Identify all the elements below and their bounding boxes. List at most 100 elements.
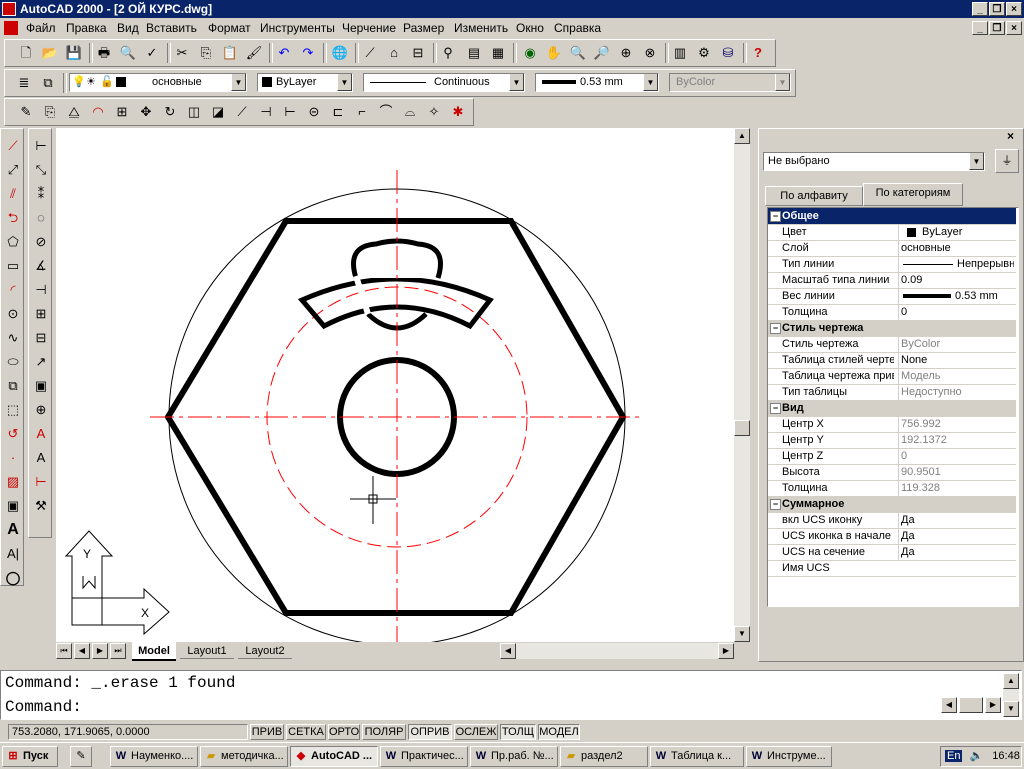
quick-dim-icon[interactable]: ⊣: [32, 281, 50, 299]
zoom-window-icon[interactable]: 🔍: [569, 44, 587, 62]
next-tab-icon[interactable]: ▶: [92, 643, 108, 659]
trim-icon[interactable]: ⊣: [257, 103, 275, 121]
polar-toggle[interactable]: ПОЛЯР: [362, 724, 406, 740]
property-row[interactable]: Тип таблицы Недоступно: [768, 384, 1016, 401]
property-row[interactable]: вкл UCS иконку Да: [768, 512, 1016, 529]
first-tab-icon[interactable]: ⏮: [56, 643, 72, 659]
doc-minimize-button[interactable]: _: [972, 21, 988, 35]
scroll-thumb[interactable]: [734, 420, 750, 436]
lineweight-select[interactable]: 0.53 mm ▼: [535, 73, 659, 92]
scale-icon[interactable]: ◫: [185, 103, 203, 121]
tolerance-icon[interactable]: ▣: [32, 377, 50, 395]
arc-icon[interactable]: ◜: [4, 281, 22, 299]
chevron-down-icon[interactable]: ▼: [969, 153, 984, 170]
quicklaunch-desktop-icon[interactable]: ✎: [70, 746, 92, 767]
leader-icon[interactable]: ↗: [32, 353, 50, 371]
property-row[interactable]: UCS на сечение Да: [768, 544, 1016, 561]
property-row[interactable]: Масштаб типа линии 0.09: [768, 272, 1016, 289]
undo-icon[interactable]: ↶: [275, 44, 293, 62]
center-mark-icon[interactable]: ⊕: [32, 401, 50, 419]
dim-style-icon[interactable]: ⚒: [32, 497, 50, 515]
pan-icon[interactable]: ◉: [521, 44, 539, 62]
text-icon[interactable]: A|: [4, 545, 22, 563]
property-value[interactable]: Да: [898, 512, 1014, 528]
break-icon[interactable]: ⊝: [305, 103, 323, 121]
new-icon[interactable]: 🗋: [17, 44, 35, 62]
explode-icon[interactable]: ✧: [425, 103, 443, 121]
chamfer-icon[interactable]: ⌐: [353, 103, 371, 121]
layer-select[interactable]: 💡 ☀ 🔓 основные ▼: [69, 73, 247, 92]
chevron-down-icon[interactable]: ▼: [509, 74, 524, 91]
chevron-down-icon[interactable]: ▼: [337, 74, 352, 91]
regen-icon[interactable]: ⚲: [439, 44, 457, 62]
insert-block-icon[interactable]: ⧉: [4, 377, 22, 395]
command-window[interactable]: Command: _.erase 1 found Command: ▲ ▼ ◀ …: [0, 670, 1022, 720]
menu-format[interactable]: Формат: [208, 21, 251, 35]
spline-icon[interactable]: ∿: [4, 329, 22, 347]
property-value[interactable]: 0: [898, 304, 1014, 320]
property-row[interactable]: Толщина 0: [768, 304, 1016, 321]
scroll-left-icon[interactable]: ◀: [500, 643, 516, 659]
property-value[interactable]: 0: [898, 448, 1014, 464]
properties-close-icon[interactable]: ×: [1007, 129, 1014, 143]
tab-alphabetic[interactable]: По алфавиту: [765, 186, 863, 206]
continue-dim-icon[interactable]: ⊟: [32, 329, 50, 347]
property-value[interactable]: ByColor: [898, 336, 1014, 352]
baseline-dim-icon[interactable]: ⊞: [32, 305, 50, 323]
doc-restore-button[interactable]: ❐: [989, 21, 1005, 35]
menu-view[interactable]: Вид: [117, 21, 139, 35]
property-row[interactable]: Стиль чертежа ByColor: [768, 336, 1016, 353]
aligned-dim-icon[interactable]: ⤡: [32, 161, 50, 179]
angular-dim-icon[interactable]: ∡: [32, 257, 50, 275]
property-category[interactable]: − Суммарное: [768, 496, 1016, 513]
canvas-vertical-scrollbar[interactable]: ▲ ▼: [734, 128, 750, 642]
selection-select[interactable]: Не выбрано ▼: [763, 152, 985, 171]
menu-edit[interactable]: Правка: [66, 21, 107, 35]
property-value[interactable]: Непрерывн: [898, 256, 1014, 272]
menu-help[interactable]: Справка: [554, 21, 601, 35]
offset-icon[interactable]: ◠: [89, 103, 107, 121]
property-row[interactable]: Таблица стилей черте None: [768, 352, 1016, 369]
snap-icon[interactable]: ⟋: [361, 44, 379, 62]
fillet-icon[interactable]: ⌒: [377, 103, 395, 121]
zoom-in-icon[interactable]: ⊕: [617, 44, 635, 62]
property-row[interactable]: Цвет ByLayer: [768, 224, 1016, 241]
property-row[interactable]: Имя UCS: [768, 560, 1016, 577]
spell-icon[interactable]: ✓: [143, 44, 161, 62]
property-value[interactable]: None: [898, 352, 1014, 368]
help-icon[interactable]: ?: [749, 44, 767, 62]
copy-object-icon[interactable]: ⎘: [41, 103, 59, 121]
linear-dim-icon[interactable]: ⊢: [32, 137, 50, 155]
ellipse-icon[interactable]: ⬭: [4, 353, 22, 371]
document-icon[interactable]: [4, 21, 18, 35]
property-value[interactable]: ByLayer: [898, 224, 1014, 240]
rectangle-icon[interactable]: ▭: [4, 257, 22, 275]
property-value[interactable]: 0.53 mm: [898, 288, 1014, 304]
close-button[interactable]: ×: [1006, 2, 1022, 16]
task-prakticheskie[interactable]: W Практичес...: [380, 746, 468, 767]
paste-icon[interactable]: 📋: [221, 44, 239, 62]
property-row[interactable]: Тип линии Непрерывн: [768, 256, 1016, 273]
grid-toggle[interactable]: СЕТКА: [286, 724, 326, 740]
property-category[interactable]: − Общее: [768, 208, 1016, 225]
task-autocad[interactable]: ◆ AutoCAD ...: [290, 746, 378, 767]
mirror-icon[interactable]: ⧋: [65, 103, 83, 121]
chevron-down-icon[interactable]: ▼: [643, 74, 658, 91]
match-properties-icon[interactable]: 🖌: [245, 44, 263, 62]
hatch-icon[interactable]: ▨: [4, 473, 22, 491]
diameter-dim-icon[interactable]: ⊘: [32, 233, 50, 251]
object-properties-icon[interactable]: ▥: [671, 44, 689, 62]
property-row[interactable]: Высота 90.9501: [768, 464, 1016, 481]
properties-icon[interactable]: ▦: [489, 44, 507, 62]
scroll-right-icon[interactable]: ▶: [985, 697, 1001, 713]
mtext-icon[interactable]: A: [4, 521, 22, 539]
scroll-thumb[interactable]: [959, 697, 983, 713]
doc-close-button[interactable]: ×: [1006, 21, 1022, 35]
web-icon[interactable]: 🌐: [331, 44, 349, 62]
property-row[interactable]: Центр Y 192.1372: [768, 432, 1016, 449]
autocad-app-icon[interactable]: [2, 2, 16, 16]
make-current-icon[interactable]: ⧉: [39, 74, 57, 92]
make-block-icon[interactable]: ⬚: [4, 401, 22, 419]
radius-dim-icon[interactable]: ◌: [32, 209, 50, 227]
dim-text-edit-icon[interactable]: A: [32, 449, 50, 467]
